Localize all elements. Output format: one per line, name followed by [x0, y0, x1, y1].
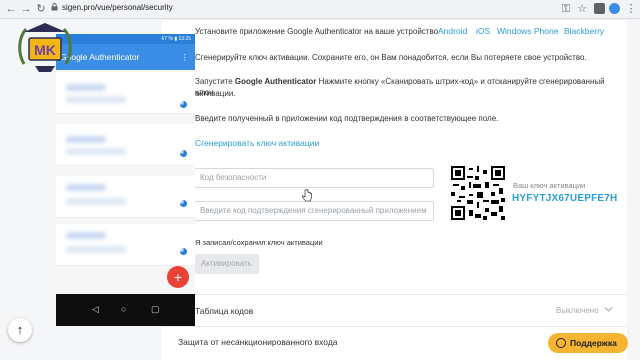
address-bar[interactable]: sigen.pro/vue/personal/security [62, 3, 173, 12]
phone-nav-bar: ◁ ○ ▢ [56, 294, 195, 326]
chat-icon [556, 338, 566, 348]
scroll-up-button[interactable]: ↑ [8, 318, 32, 342]
lock-icon [51, 3, 58, 11]
list-item[interactable] [56, 224, 195, 266]
chevron-down-icon[interactable] [604, 306, 613, 313]
menu-dots-icon[interactable]: ⋮ [624, 2, 638, 16]
hand-cursor-icon [302, 189, 312, 202]
phone-menu-icon[interactable]: ⋮ [181, 44, 190, 70]
step-scan-code-line2: активации. [195, 89, 236, 98]
reload-icon[interactable]: ↻ [34, 2, 48, 16]
step-enter-code: Введите полученный в приложении код подт… [195, 114, 499, 123]
timer-icon [180, 150, 187, 157]
platform-link-windows-phone[interactable]: Windows Phone [497, 26, 558, 36]
add-account-fab[interactable]: + [167, 266, 189, 288]
blurred-code [66, 136, 106, 143]
step-scan-app-name: Google Authenticator [234, 77, 317, 86]
divider [162, 326, 627, 327]
confirmation-code-input[interactable]: Введите код подтверждения сгенерированны… [193, 201, 434, 221]
recents-square-icon[interactable]: ▢ [151, 304, 160, 315]
activation-qr-code [451, 166, 505, 220]
blurred-account [66, 198, 126, 205]
blurred-account [66, 96, 126, 103]
timer-icon [180, 101, 187, 108]
phone-app-bar: Google Authenticator ⋮ [56, 44, 195, 70]
platform-link-blackberry[interactable]: Blackberry [564, 26, 604, 36]
blurred-account [66, 246, 126, 253]
codes-table-status: Выключено [556, 306, 599, 315]
activate-button[interactable]: Активировать [195, 254, 259, 274]
step-generate-key: Сгенерируйте ключ активации. Сохраните е… [195, 53, 587, 62]
list-item[interactable] [56, 176, 195, 218]
platform-link-android[interactable]: Android [438, 26, 467, 36]
security-code-input[interactable]: Код безопасности [193, 168, 434, 188]
back-triangle-icon[interactable]: ◁ [92, 304, 99, 315]
support-button-label: Поддержка [570, 338, 617, 348]
activation-key-value: HYFYTJX67UEPFE7H [512, 193, 618, 204]
profile-avatar[interactable] [609, 3, 620, 14]
support-button[interactable]: Поддержка [548, 333, 628, 353]
list-item[interactable] [56, 72, 195, 114]
step-install-app: Установите приложение Google Authenticat… [195, 27, 439, 36]
channel-logo: MK [18, 23, 72, 72]
back-arrow-icon[interactable]: ← [4, 2, 18, 16]
generate-key-link[interactable]: Сгенерировать ключ активации [195, 138, 319, 149]
logo-text: MK [34, 42, 56, 58]
step-scan-code: Запустите Google Authenticator Нажмите к… [195, 76, 615, 98]
timer-icon [180, 200, 187, 207]
blurred-account [66, 148, 126, 155]
bookmark-star-icon[interactable]: ☆ [575, 2, 589, 16]
step-scan-prefix: Запустите [195, 77, 235, 86]
phone-status-bar: 67 % ▮ 13:25 [56, 34, 195, 44]
blurred-code [66, 232, 106, 239]
extension-icon[interactable] [594, 3, 605, 14]
activation-key-label: Ваш ключ активации [513, 181, 586, 190]
blurred-code [66, 184, 106, 191]
unauthorized-login-section-title[interactable]: Защита от несанкционированного входа [178, 337, 338, 347]
key-icon[interactable]: ⚿ [559, 2, 573, 16]
browser-toolbar: ← → ↻ sigen.pro/vue/personal/security ⚿ … [0, 0, 640, 19]
divider [162, 294, 627, 295]
blurred-code [66, 84, 106, 91]
home-circle-icon[interactable]: ○ [121, 304, 126, 314]
forward-arrow-icon[interactable]: → [19, 2, 33, 16]
codes-table-section-title[interactable]: Таблица кодов [195, 306, 253, 316]
list-item[interactable] [56, 124, 195, 166]
key-saved-checkbox-label[interactable]: Я записал/сохранил ключ активации [195, 237, 323, 248]
platform-link-ios[interactable]: iOS [476, 26, 490, 36]
timer-icon [180, 248, 187, 255]
